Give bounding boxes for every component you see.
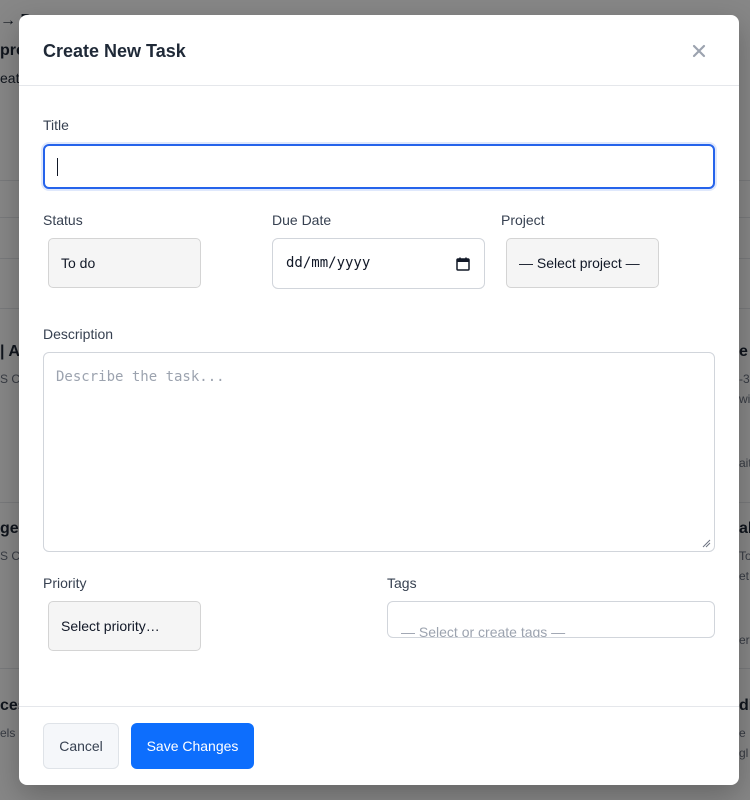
close-icon[interactable] bbox=[687, 39, 711, 63]
create-task-modal: Create New Task Title Status To do Due D… bbox=[19, 15, 739, 785]
title-label: Title bbox=[43, 117, 69, 133]
title-input[interactable] bbox=[43, 144, 715, 189]
resize-handle-icon[interactable] bbox=[701, 538, 711, 548]
close-icon-svg bbox=[692, 44, 706, 58]
calendar-icon[interactable] bbox=[456, 257, 470, 271]
status-select-value: To do bbox=[61, 255, 96, 271]
priority-label: Priority bbox=[43, 575, 87, 591]
description-placeholder: Describe the task... bbox=[56, 369, 225, 385]
tags-input[interactable]: — Select or create tags — bbox=[387, 601, 715, 638]
description-label: Description bbox=[43, 326, 114, 342]
due-date-input[interactable]: dd/mm/yyyy bbox=[272, 238, 485, 289]
status-select[interactable]: To do bbox=[48, 238, 201, 288]
modal-header: Create New Task bbox=[19, 15, 739, 86]
project-label: Project bbox=[501, 212, 545, 228]
project-select-value: — Select project — bbox=[519, 255, 640, 271]
due-date-label: Due Date bbox=[272, 212, 332, 228]
project-select[interactable]: — Select project — bbox=[506, 238, 659, 288]
text-caret bbox=[57, 158, 58, 176]
priority-select[interactable]: Select priority… bbox=[48, 601, 201, 651]
priority-select-value: Select priority… bbox=[61, 618, 160, 634]
modal-title: Create New Task bbox=[43, 41, 186, 61]
status-label: Status bbox=[43, 212, 83, 228]
description-textarea[interactable]: Describe the task... bbox=[43, 352, 715, 552]
tags-placeholder: — Select or create tags — bbox=[401, 624, 566, 638]
save-changes-button[interactable]: Save Changes bbox=[131, 723, 254, 769]
due-date-value: dd/mm/yyyy bbox=[286, 255, 371, 271]
footer-divider bbox=[19, 706, 739, 707]
cancel-button[interactable]: Cancel bbox=[43, 723, 119, 769]
tags-label: Tags bbox=[387, 575, 417, 591]
